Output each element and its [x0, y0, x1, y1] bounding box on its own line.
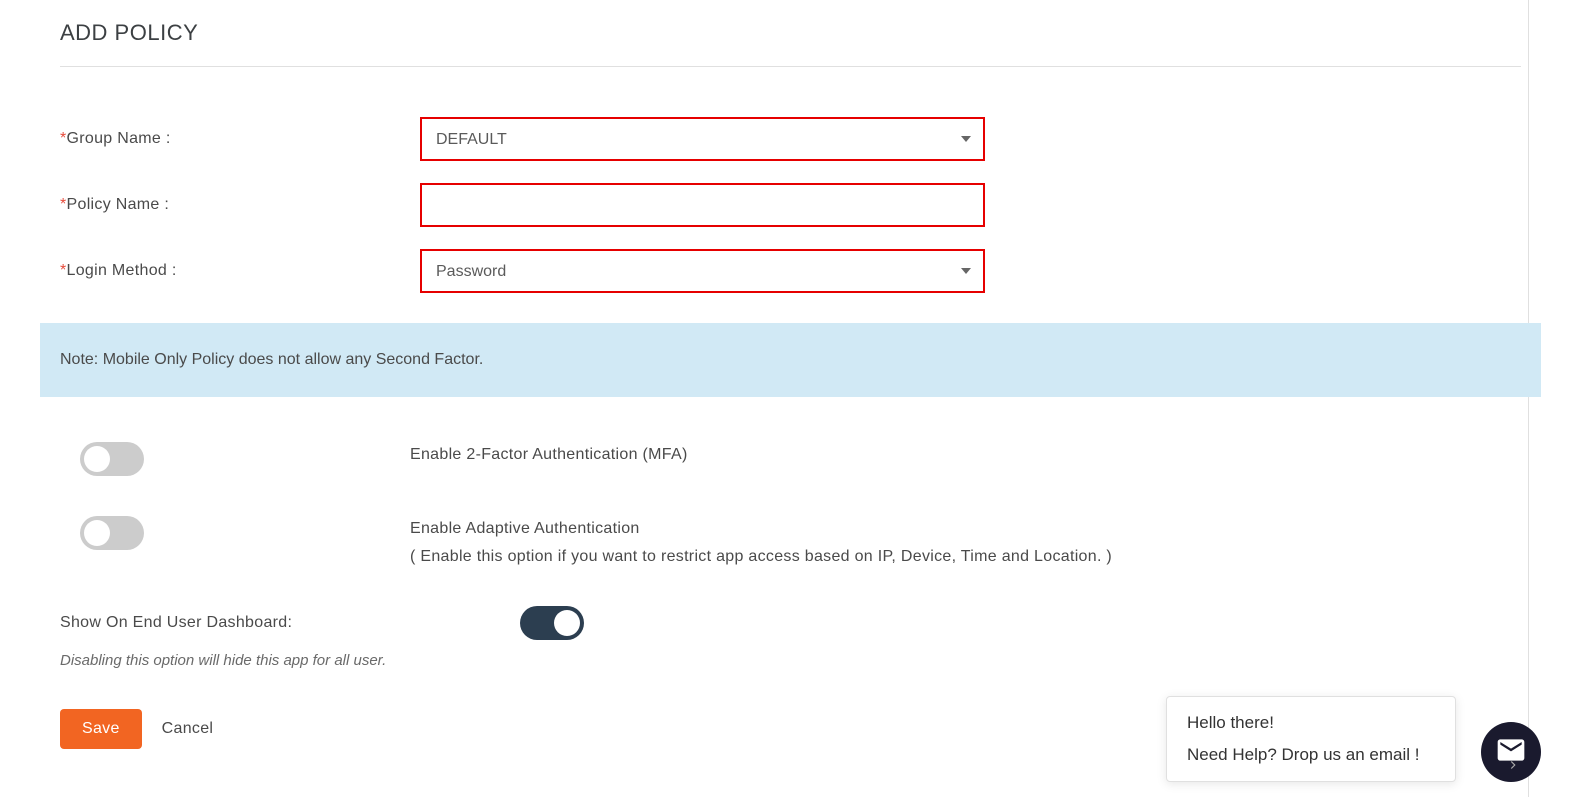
group-name-label: *Group Name : [60, 130, 420, 148]
toggle-cell-adaptive [60, 516, 410, 550]
note-text: Note: Mobile Only Policy does not allow … [60, 351, 483, 368]
group-name-select-wrapper: DEFAULT [420, 117, 985, 161]
policy-name-label-text: Policy Name : [67, 196, 170, 213]
toggle-row-adaptive: Enable Adaptive Authentication ( Enable … [60, 516, 1521, 566]
login-method-label: *Login Method : [60, 262, 420, 280]
cancel-button[interactable]: Cancel [162, 720, 214, 738]
login-method-label-text: Login Method : [67, 262, 177, 279]
content-wrapper: ADD POLICY *Group Name : DEFAULT *Policy… [0, 0, 1581, 769]
login-method-select-wrapper: Password [420, 249, 985, 293]
form-row-group-name: *Group Name : DEFAULT [60, 117, 1521, 161]
mfa-toggle[interactable] [80, 442, 144, 476]
adaptive-toggle[interactable] [80, 516, 144, 550]
toggle-cell-mfa [60, 442, 410, 476]
page-title: ADD POLICY [60, 20, 1521, 46]
dashboard-toggle[interactable] [520, 606, 584, 640]
adaptive-label-container: Enable Adaptive Authentication ( Enable … [410, 516, 1112, 566]
adaptive-toggle-hint: ( Enable this option if you want to rest… [410, 548, 1112, 566]
save-button[interactable]: Save [60, 709, 142, 749]
toggle-knob [554, 610, 580, 636]
mfa-toggle-label: Enable 2-Factor Authentication (MFA) [410, 442, 688, 468]
dashboard-row: Show On End User Dashboard: [60, 606, 1521, 640]
adaptive-toggle-label: Enable Adaptive Authentication [410, 516, 1112, 542]
chevron-right-icon [1506, 759, 1520, 776]
note-box: Note: Mobile Only Policy does not allow … [40, 323, 1541, 397]
divider [60, 66, 1521, 67]
toggle-knob [84, 520, 110, 546]
group-name-select[interactable]: DEFAULT [420, 117, 985, 161]
policy-name-label: *Policy Name : [60, 196, 420, 214]
login-method-select[interactable]: Password [420, 249, 985, 293]
dashboard-hint: Disabling this option will hide this app… [60, 652, 1521, 669]
group-name-label-text: Group Name : [67, 130, 171, 147]
toggle-row-mfa: Enable 2-Factor Authentication (MFA) [60, 442, 1521, 476]
dashboard-toggle-label: Show On End User Dashboard: [60, 614, 520, 632]
chat-popup: Hello there! Need Help? Drop us an email… [1166, 696, 1456, 782]
scroll-indicator [1506, 758, 1520, 777]
toggle-section: Enable 2-Factor Authentication (MFA) Ena… [60, 442, 1521, 566]
chat-help-text: Need Help? Drop us an email ! [1187, 745, 1435, 765]
form-row-policy-name: *Policy Name : [60, 183, 1521, 227]
toggle-knob [84, 446, 110, 472]
policy-name-input[interactable] [420, 183, 985, 227]
form-row-login-method: *Login Method : Password [60, 249, 1521, 293]
chat-greeting: Hello there! [1187, 713, 1435, 733]
